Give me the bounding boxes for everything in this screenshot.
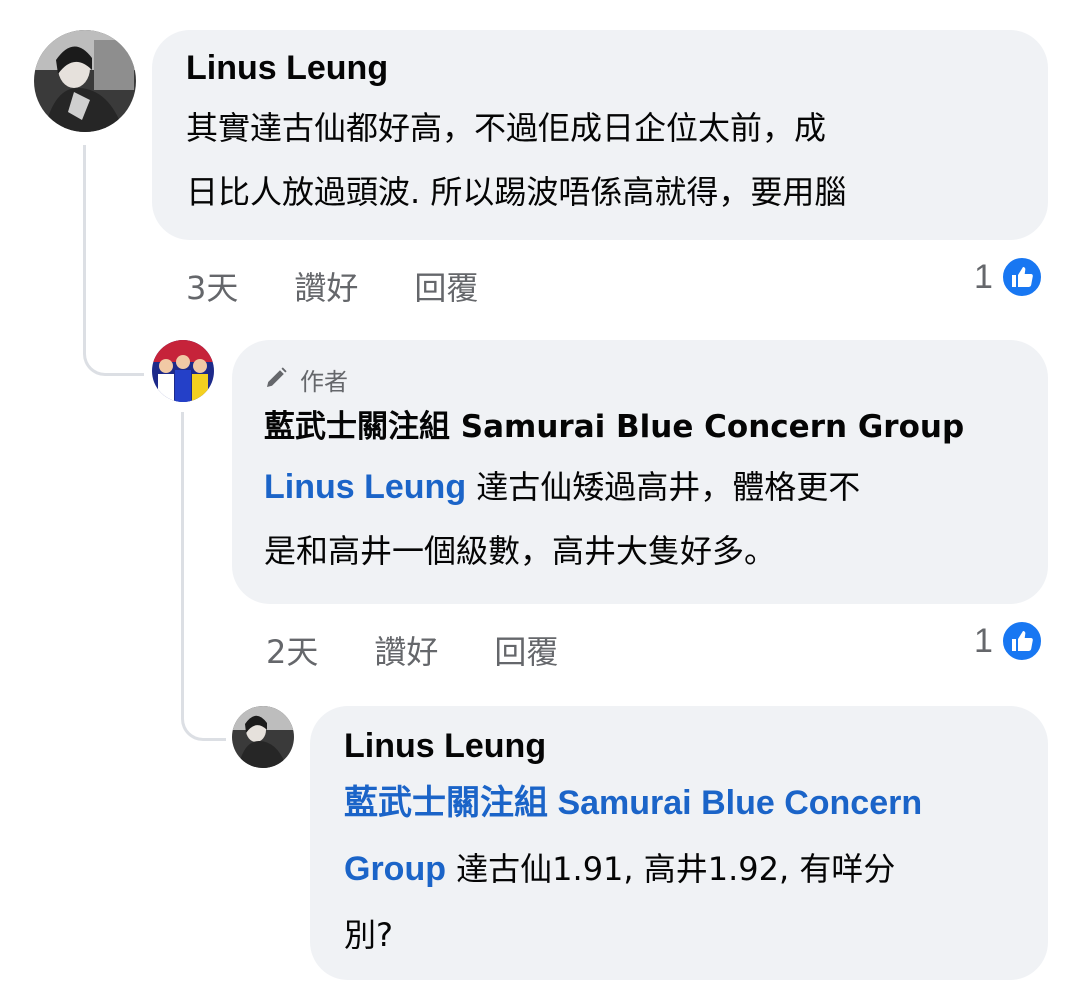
thread-line-1 xyxy=(83,145,144,376)
mention-text-latin[interactable]: Samurai Blue Concern xyxy=(548,784,922,822)
comment-author[interactable]: Linus Leung xyxy=(186,48,1048,88)
comment-text: 藍武士關注組 Samurai Blue Concern Group 達古仙1.9… xyxy=(344,770,1048,968)
comment-time[interactable]: 3天 xyxy=(186,268,238,308)
reaction-summary[interactable]: 1 xyxy=(974,620,1043,662)
like-button[interactable]: 讚好 xyxy=(374,632,438,672)
comment-bubble: 作者 藍武士關注組 Samurai Blue Concern Group Lin… xyxy=(232,340,1048,604)
reaction-count: 1 xyxy=(974,258,993,296)
mention-link-continued[interactable]: Group xyxy=(344,850,446,888)
comment-text-line: 其實達古仙都好高，不過佢成日企位太前，成 xyxy=(186,109,827,147)
comment-text: 其實達古仙都好高，不過佢成日企位太前，成 日比人放過頭波. 所以踢波唔係高就得，… xyxy=(186,96,1048,224)
comment-text-line: 藍武士關注組 Samurai Blue Concern xyxy=(344,770,1048,836)
comment-bubble: Linus Leung 藍武士關注組 Samurai Blue Concern … xyxy=(310,706,1048,980)
mention-text-cjk[interactable]: 藍武士關注組 xyxy=(344,783,548,823)
comment-text-fragment: 達古仙矮過高井，體格更不 xyxy=(466,468,861,506)
comment-bubble: Linus Leung 其實達古仙都好高，不過佢成日企位太前，成 日比人放過頭波… xyxy=(152,30,1048,240)
mention-link[interactable]: 藍武士關注組 Samurai Blue Concern xyxy=(344,783,922,823)
reply-button[interactable]: 回覆 xyxy=(494,632,558,672)
comment-text-line: Linus Leung 達古仙矮過高井，體格更不 xyxy=(264,455,1048,519)
thumbs-up-icon xyxy=(1000,256,1043,298)
reaction-count: 1 xyxy=(974,622,993,660)
comment-actions: 2天 讚好 回覆 xyxy=(266,632,614,672)
comment-text-line: 日比人放過頭波. 所以踢波唔係高就得，要用腦 xyxy=(186,173,847,211)
reply-button[interactable]: 回覆 xyxy=(414,268,478,308)
avatar-samurai-blue[interactable] xyxy=(152,340,214,402)
mention-link[interactable]: Linus Leung xyxy=(264,468,466,506)
comment-text-line: 是和高井一個級數，高井大隻好多。 xyxy=(264,532,777,570)
reaction-summary[interactable]: 1 xyxy=(974,256,1043,298)
author-badge-label: 作者 xyxy=(300,367,348,396)
comment-text-line: Group 達古仙1.91, 高井1.92, 有咩分 xyxy=(344,836,1048,902)
comment-actions: 3天 讚好 回覆 xyxy=(186,268,534,308)
pencil-icon xyxy=(264,366,288,397)
comment-author[interactable]: 藍武士關注組 Samurai Blue Concern Group xyxy=(264,407,1048,447)
comment-author[interactable]: Linus Leung xyxy=(344,726,1048,766)
comment-text-fragment: 達古仙1.91, 高井1.92, 有咩分 xyxy=(445,850,896,888)
thumbs-up-icon xyxy=(1000,620,1043,662)
avatar-linus-leung[interactable] xyxy=(34,30,136,132)
comment-time[interactable]: 2天 xyxy=(266,632,318,672)
comment-text: Linus Leung 達古仙矮過高井，體格更不 是和高井一個級數，高井大隻好多… xyxy=(264,455,1048,583)
thread-line-2 xyxy=(181,412,226,741)
author-badge: 作者 xyxy=(264,366,1048,397)
like-button[interactable]: 讚好 xyxy=(294,268,358,308)
comment-text-line: 別? xyxy=(344,916,393,954)
avatar-linus-leung[interactable] xyxy=(232,706,294,768)
